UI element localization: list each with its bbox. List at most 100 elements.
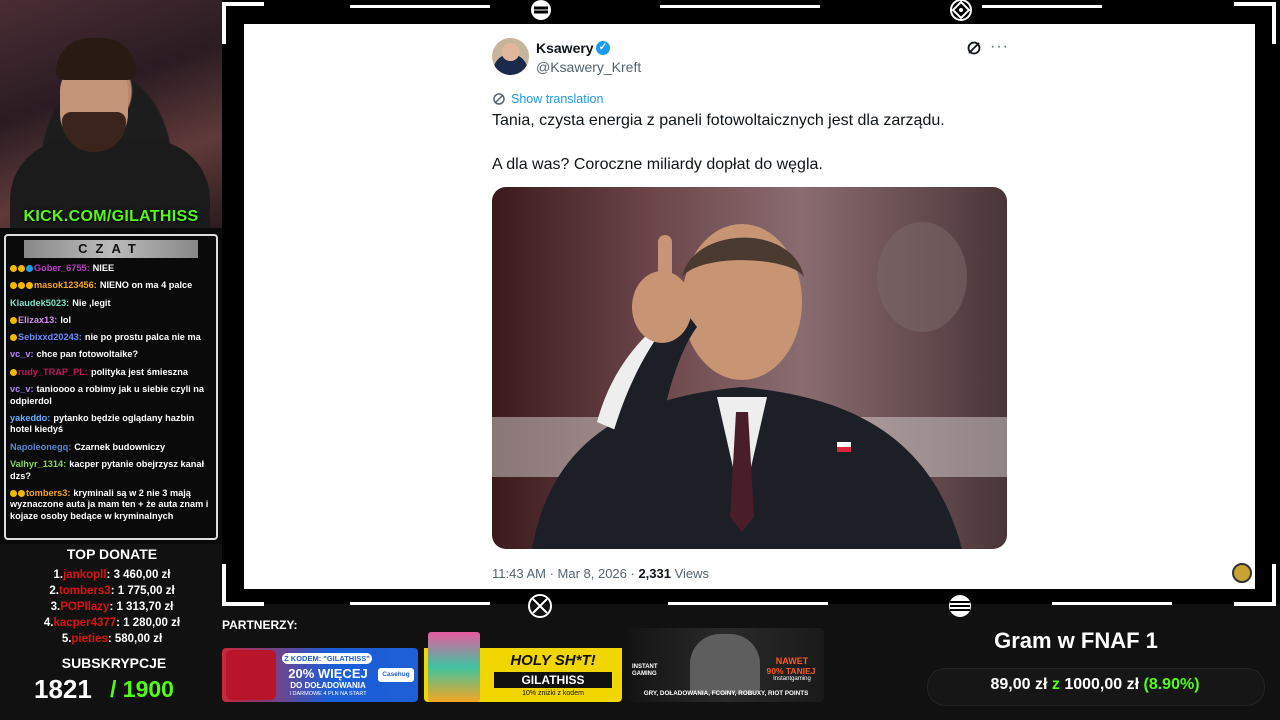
donate-amount: : 1 313,70 zł [109, 601, 174, 613]
holyshot-small: 10% zniżki z kodem [522, 690, 584, 697]
frame-top-line-2 [660, 5, 820, 8]
chat-message: Napoleonegq: Czarnek budowniczy [10, 442, 214, 454]
chat-message: yakeddo: pytanko będzie oglądany hazbin h… [10, 413, 214, 436]
donate-rank: 1. [53, 569, 64, 581]
chat-text: nie po prostu palca nie ma [84, 332, 201, 343]
chat-message: masok123456: NIENO on ma 4 palce [10, 280, 214, 292]
chat-username[interactable]: Valhyr_1314: [10, 459, 66, 469]
tweet-author-handle[interactable]: @Ksawery_Kreft [536, 59, 641, 75]
chat-badge-icon [18, 265, 25, 272]
chat-text: Nie ,legit [72, 297, 111, 308]
donate-row: 2.tombers3: 1 775,00 zł [0, 583, 224, 599]
chat-badge-icon [10, 316, 17, 324]
donate-row: 4.kacper4377: 1 280,00 zł [0, 615, 224, 631]
chat-message: Sebixxd20243: nie po prostu palca nie ma [10, 332, 214, 344]
chat-username[interactable]: tombers3: [26, 488, 70, 498]
chat-username[interactable]: rudy_TRAP_PL: [18, 367, 88, 377]
chat-username[interactable]: Gober_6755: [34, 263, 90, 273]
chat-badge-icon [10, 489, 17, 497]
chat-message: vc_v: chce pan fotowoltaike? [10, 349, 214, 361]
donate-amount: : 1 775,00 zł [110, 585, 175, 597]
donate-row: 3.POPIlazy: 1 313,70 zł [0, 599, 224, 615]
casehug-subline: DO DOŁADOWANIA [290, 681, 366, 690]
chat-username[interactable]: Elizax13: [18, 315, 57, 325]
sponsor-holyshot-banner[interactable]: HOLY SH*T! GILATHISS 10% zniżki z kodem [424, 632, 622, 702]
chat-badge-icon [18, 282, 25, 290]
chat-text: NIENO on ma 4 palce [99, 280, 193, 291]
holyshot-headline: HOLY SH*T! [510, 652, 596, 669]
casehug-code-label: Z KODEM: "GILATHISS" [282, 653, 372, 664]
chat-text: Czarnek budowniczy [74, 441, 166, 452]
donate-rank: 2. [49, 585, 59, 597]
sponsor-casehug-banner[interactable]: Z KODEM: "GILATHISS" 20% WIĘCEJ DO DOŁAD… [222, 648, 418, 702]
tweet-photo[interactable] [492, 187, 1007, 549]
casehug-headline: 20% WIĘCEJ [288, 666, 368, 681]
donate-user: pieties [71, 633, 108, 645]
holyshot-code: GILATHISS [494, 672, 612, 688]
chat-text: tanioooo a robimy jak u siebie czyli na … [10, 383, 204, 406]
sponsor-instantgaming-banner[interactable]: INSTANT GAMING NAWET 90% TANIEJ Instantg… [628, 628, 824, 702]
goal-separator: z [1051, 676, 1060, 693]
donate-user: POPIlazy [60, 601, 110, 613]
instant-site: Instantgaming [773, 676, 811, 682]
frame-bottom-line-2 [668, 602, 828, 605]
chat-username[interactable]: Napoleonegq: [10, 442, 71, 452]
tweet-text-line-1: Tania, czysta energia z paneli fotowolta… [492, 112, 945, 129]
show-translation-link[interactable]: Show translation [511, 92, 603, 106]
more-options-icon[interactable]: ··· [990, 38, 1009, 56]
casehug-logo: Casehug [378, 668, 414, 682]
casehug-chest-icon [226, 650, 276, 700]
goal-current: 89,00 zł [990, 676, 1048, 693]
chat-message: Gober_6755: NIEE [10, 263, 214, 275]
avatar[interactable] [492, 38, 529, 75]
donate-amount: : 3 460,00 zł [106, 569, 171, 581]
chat-badge-icon [18, 489, 25, 497]
frame-top-line-3 [982, 5, 1102, 8]
goal-progress-text: 89,00 zł z 1000,00 zł (8.90%) [927, 676, 1263, 694]
goal-title: Gram w FNAF 1 [994, 628, 1158, 653]
grok-icon[interactable] [966, 40, 982, 61]
tweet-time-text: 11:43 AM · Mar 8, 2026 · [492, 566, 639, 581]
instant-nawet: NAWET [775, 656, 809, 666]
chat-username[interactable]: Sebixxd20243: [18, 332, 82, 342]
chat-username[interactable]: Klaudek5023: [10, 298, 69, 308]
donate-user: kacper4377 [53, 617, 117, 629]
chat-title: CZAT [24, 240, 198, 258]
chat-badge-icon [26, 282, 33, 290]
chat-username[interactable]: masok123456: [34, 280, 97, 290]
donate-row: 5.pieties: 580,00 zł [0, 631, 224, 647]
donate-rank: 5. [61, 633, 72, 645]
goal-percent: (8.90%) [1143, 676, 1200, 693]
chat-text: chce pan fotowoltaike? [36, 349, 139, 360]
chat-message: Elizax13: lol [10, 315, 214, 327]
chat-username[interactable]: yakeddo: [10, 413, 50, 423]
kick-url-label: KICK.COM/GILATHISS [23, 208, 199, 225]
instant-bottom-line: GRY, DOŁADOWANIA, FCOINY, ROBUXY, RIOT P… [643, 690, 809, 697]
frame-top-line-1 [350, 5, 490, 8]
chat-message: Valhyr_1314: kacper pytanie obejrzysz kan… [10, 459, 214, 482]
chat-username[interactable]: vc_v: [10, 349, 34, 359]
frame-bottom-line-3 [1052, 602, 1172, 605]
chat-text: polityka jest śmieszna [90, 366, 188, 377]
overlay-logo-icon [526, 0, 556, 22]
verified-badge-icon: ✓ [596, 41, 610, 55]
chat-badge-icon [10, 282, 17, 290]
holyshot-product-image [428, 632, 480, 702]
casehug-small: I DARMOWE 4 PLN NA START [289, 691, 367, 697]
tweet-views-count: 2,331 [638, 566, 671, 581]
top-donate-list: 1.jankopll: 3 460,00 zł 2.tombers3: 1 775… [0, 567, 224, 647]
donate-amount: : 580,00 zł [107, 633, 163, 645]
donate-user: tombers3 [58, 585, 111, 597]
tweet-author-name[interactable]: Ksawery [536, 40, 594, 56]
frame-bottom-line-1 [350, 602, 490, 605]
chat-badge-icon [10, 265, 17, 272]
chat-username[interactable]: vc_v: [10, 384, 34, 394]
chat-badge-icon [10, 368, 17, 376]
overlay-target-icon [946, 0, 976, 22]
chat-text: lol [60, 314, 72, 325]
chat-message-list[interactable]: Gober_6755: NIEE masok123456: NIENO on ma 4… [10, 263, 214, 528]
donate-user: jankopll [63, 569, 107, 581]
donate-row: 1.jankopll: 3 460,00 zł [0, 567, 224, 583]
partners-label: PARTNERZY: [222, 618, 298, 632]
overlay-globe-icon [946, 592, 974, 620]
